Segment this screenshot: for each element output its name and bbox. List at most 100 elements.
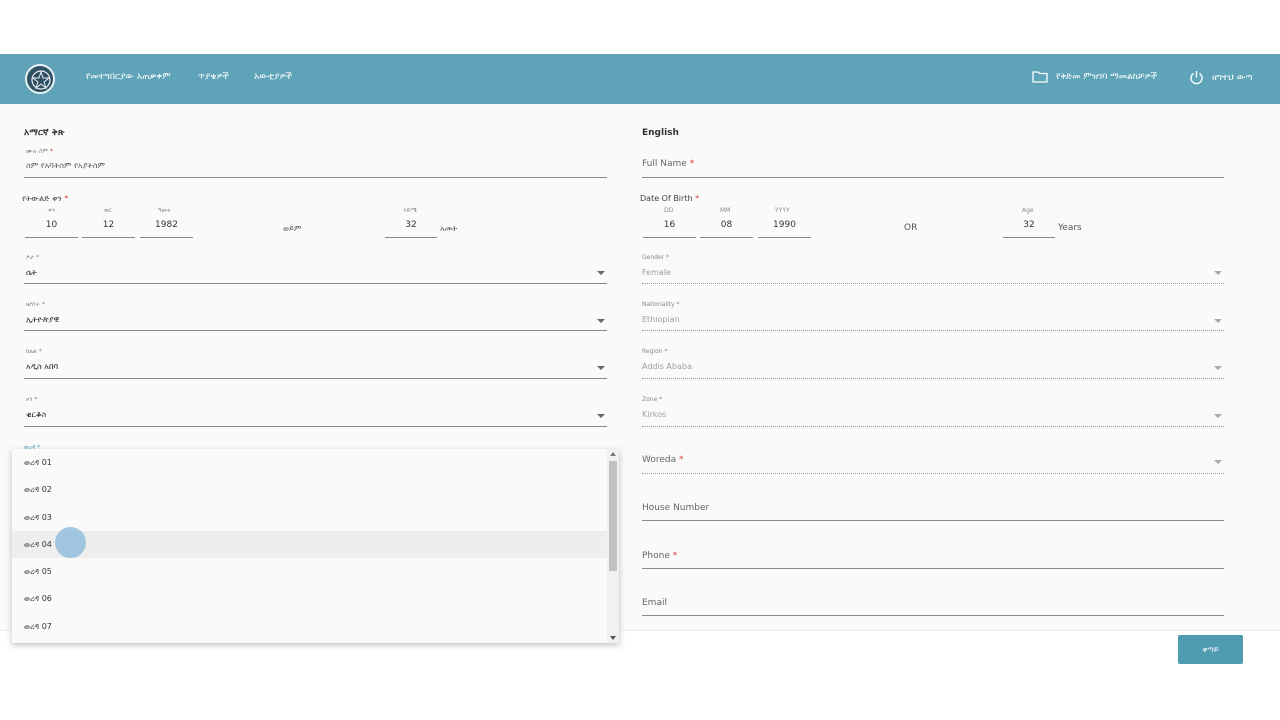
folder-icon (1032, 71, 1048, 83)
chevron-down-icon (1214, 366, 1222, 370)
english-email-field[interactable]: Email (642, 595, 1224, 616)
amharic-day-input[interactable]: 10 (25, 220, 78, 230)
amharic-day-underline (25, 237, 78, 238)
english-nationality-select: Nationality * Ethiopian (642, 301, 1224, 331)
amharic-or-text: ወይም (283, 224, 302, 233)
english-gender-value: Female (642, 268, 671, 277)
woreda-dropdown-list[interactable]: ወረዳ 01 ወረዳ 02 ወረዳ 03 ወረዳ 04 ወረዳ 05 ወረዳ 0… (12, 449, 619, 643)
amharic-full-name-value: ስም የአባትስም የአያትስም (26, 161, 105, 170)
amharic-year-label: ዓመት (158, 207, 172, 214)
amharic-age-label: እድሜ (403, 207, 417, 214)
amharic-nationality-value: ኢትዮጵያዊ (26, 315, 60, 324)
nav-item-announcements[interactable]: አውቲያዎች (254, 72, 292, 82)
amharic-month-input[interactable]: 12 (82, 220, 135, 230)
logo-star-icon (31, 70, 51, 90)
nav-item-usage[interactable]: የመተግበርያው አጠቃቀም (86, 72, 171, 82)
amharic-dob-label: የትውልድ ቀን * (22, 194, 69, 203)
scroll-up-icon[interactable] (610, 452, 616, 456)
english-house-number-label: House Number (642, 503, 710, 513)
woreda-option[interactable]: ወረዳ 07 (12, 613, 607, 640)
scrollbar-thumb[interactable] (609, 461, 617, 571)
amharic-region-value: አዲስ አበባ (26, 362, 59, 371)
chevron-down-icon (1214, 414, 1222, 418)
next-button[interactable]: ቀጣይ (1178, 635, 1243, 664)
english-month-underline (700, 237, 753, 238)
amharic-section-title: አማርኛ ቅጽ (24, 128, 65, 138)
pointer-indicator (55, 527, 86, 558)
chevron-down-icon (597, 414, 605, 418)
english-woreda-select: Woreda * (642, 450, 1224, 474)
english-year-label: YYYY (775, 207, 790, 214)
power-icon (1190, 71, 1203, 85)
woreda-option[interactable]: ወረዳ 02 (12, 476, 607, 503)
english-nationality-value: Ethiopian (642, 315, 680, 324)
english-nationality-label: Nationality * (642, 301, 680, 308)
amharic-month-label: ወር (104, 207, 112, 214)
woreda-option[interactable]: ወረዳ 05 (12, 558, 607, 585)
english-full-name-field[interactable]: Full Name * (642, 156, 1224, 178)
dropdown-scrollbar[interactable] (607, 449, 619, 643)
woreda-option[interactable]: ወረዳ 06 (12, 585, 607, 612)
english-age-label: Age (1022, 207, 1034, 214)
page: የመተግበርያው አጠቃቀም ጥያቄዎች አውቲያዎች የቅድመ ምዝገባ ማመ… (0, 0, 1280, 720)
english-gender-select: Gender * Female (642, 254, 1224, 284)
english-region-label: Region * (642, 348, 668, 355)
amharic-year-input[interactable]: 1982 (140, 220, 193, 230)
top-navbar: የመተግበርያው አጠቃቀም ጥያቄዎች አውቲያዎች የቅድመ ምዝገባ ማመ… (0, 54, 1280, 104)
english-email-label: Email (642, 598, 667, 608)
english-gender-label: Gender * (642, 254, 670, 261)
woreda-option[interactable]: ወረዳ 03 (12, 504, 607, 531)
folder-link-label: የቅድመ ምዝገባ ማመልከቻዎች (1056, 71, 1158, 82)
amharic-full-name-label: ሙሉ ስም * (26, 148, 53, 155)
amharic-month-underline (82, 237, 135, 238)
chevron-down-icon (1214, 271, 1222, 275)
english-or-text: OR (904, 223, 918, 233)
chevron-down-icon (597, 271, 605, 275)
nav-item-questions[interactable]: ጥያቄዎች (198, 72, 229, 82)
chevron-down-icon (597, 366, 605, 370)
amharic-age-unit: አመት (440, 224, 458, 233)
english-zone-value: Kirkos (642, 410, 667, 419)
chevron-down-icon (597, 319, 605, 323)
logout-label: ዘግተህ ውጣ (1212, 72, 1253, 83)
english-day-underline (643, 237, 696, 238)
amharic-zone-select[interactable]: ዞን * ቂርቆስ (24, 396, 607, 427)
logout-link[interactable]: ዘግተህ ውጣ (1189, 70, 1253, 85)
app-logo[interactable] (25, 64, 55, 94)
amharic-full-name-field[interactable]: ሙሉ ስም * ስም የአባትስም የአያትስም (24, 146, 607, 178)
amharic-region-select[interactable]: ክልል * አዲስ አበባ (24, 348, 607, 379)
english-month-label: MM (720, 207, 731, 214)
amharic-gender-label: ፆታ * (26, 254, 39, 261)
english-phone-label: Phone * (642, 551, 678, 561)
english-zone-select: Zone * Kirkos (642, 396, 1224, 427)
amharic-region-label: ክልል * (26, 348, 42, 355)
english-day-input[interactable]: 16 (643, 220, 696, 230)
english-region-value: Addis Ababa (642, 362, 692, 371)
amharic-age-input[interactable]: 32 (385, 220, 437, 230)
amharic-day-label: ቀን (48, 207, 56, 214)
english-zone-label: Zone * (642, 396, 663, 403)
english-phone-field[interactable]: Phone * (642, 548, 1224, 569)
english-house-number-field[interactable]: House Number (642, 500, 1224, 521)
english-age-underline (1003, 237, 1055, 238)
english-section-title: English (642, 128, 679, 138)
amharic-nationality-select[interactable]: ዜግነት * ኢትዮጵያዊ (24, 301, 607, 331)
english-year-input[interactable]: 1990 (758, 220, 811, 230)
english-age-unit: Years (1058, 223, 1082, 233)
english-dob-label: Date Of Birth * (640, 194, 700, 203)
pre-registration-applications-link[interactable]: የቅድመ ምዝገባ ማመልከቻዎች (1032, 70, 1157, 83)
amharic-gender-select[interactable]: ፆታ * ሴት (24, 254, 607, 284)
english-full-name-label: Full Name * (642, 159, 695, 169)
english-month-input[interactable]: 08 (700, 220, 753, 230)
woreda-option[interactable]: ወረዳ 01 (12, 449, 607, 476)
english-age-input[interactable]: 32 (1003, 220, 1055, 230)
amharic-year-underline (140, 237, 193, 238)
chevron-down-icon (1214, 460, 1222, 464)
amharic-zone-label: ዞን * (26, 396, 38, 403)
woreda-option-hovered[interactable]: ወረዳ 04 (12, 531, 607, 558)
amharic-nationality-label: ዜግነት * (26, 301, 45, 308)
chevron-down-icon (1214, 319, 1222, 323)
scroll-down-icon[interactable] (610, 636, 616, 640)
english-woreda-label: Woreda * (642, 455, 684, 465)
amharic-zone-value: ቂርቆስ (26, 410, 47, 419)
